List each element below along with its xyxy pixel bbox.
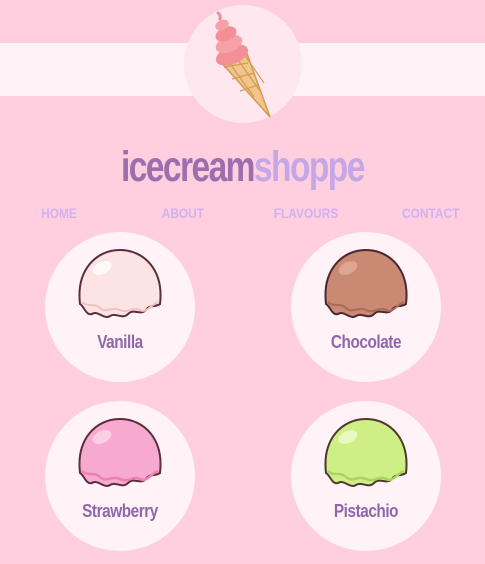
site-title[interactable]: icecreamshoppe: [53, 142, 431, 192]
flavour-label-chocolate: Chocolate: [330, 332, 402, 352]
main-nav: HOME ABOUT FLAVOURS CONTACT: [0, 205, 485, 225]
site-title-part1: icecream: [120, 143, 256, 191]
pistachio-scoop-icon: [324, 417, 408, 487]
flavour-label-vanilla: Vanilla: [97, 332, 143, 352]
chocolate-scoop-icon: [324, 248, 408, 318]
ice-cream-cone-icon: [215, 11, 271, 118]
nav-flavours[interactable]: FLAVOURS: [274, 205, 339, 221]
flavour-label-strawberry: Strawberry: [82, 501, 158, 521]
vanilla-scoop-icon: [78, 248, 162, 318]
flavour-card-chocolate[interactable]: Chocolate: [291, 232, 441, 382]
flavour-card-vanilla[interactable]: Vanilla: [45, 232, 195, 382]
flavour-card-strawberry[interactable]: Strawberry: [45, 401, 195, 551]
nav-home[interactable]: HOME: [41, 205, 77, 221]
flavour-label-pistachio: Pistachio: [333, 501, 399, 521]
nav-contact[interactable]: CONTACT: [402, 205, 459, 221]
flavour-card-pistachio[interactable]: Pistachio: [291, 401, 441, 551]
site-title-part2: shoppe: [253, 143, 365, 191]
logo[interactable]: [184, 5, 302, 123]
nav-about[interactable]: ABOUT: [162, 205, 204, 221]
strawberry-scoop-icon: [78, 417, 162, 487]
